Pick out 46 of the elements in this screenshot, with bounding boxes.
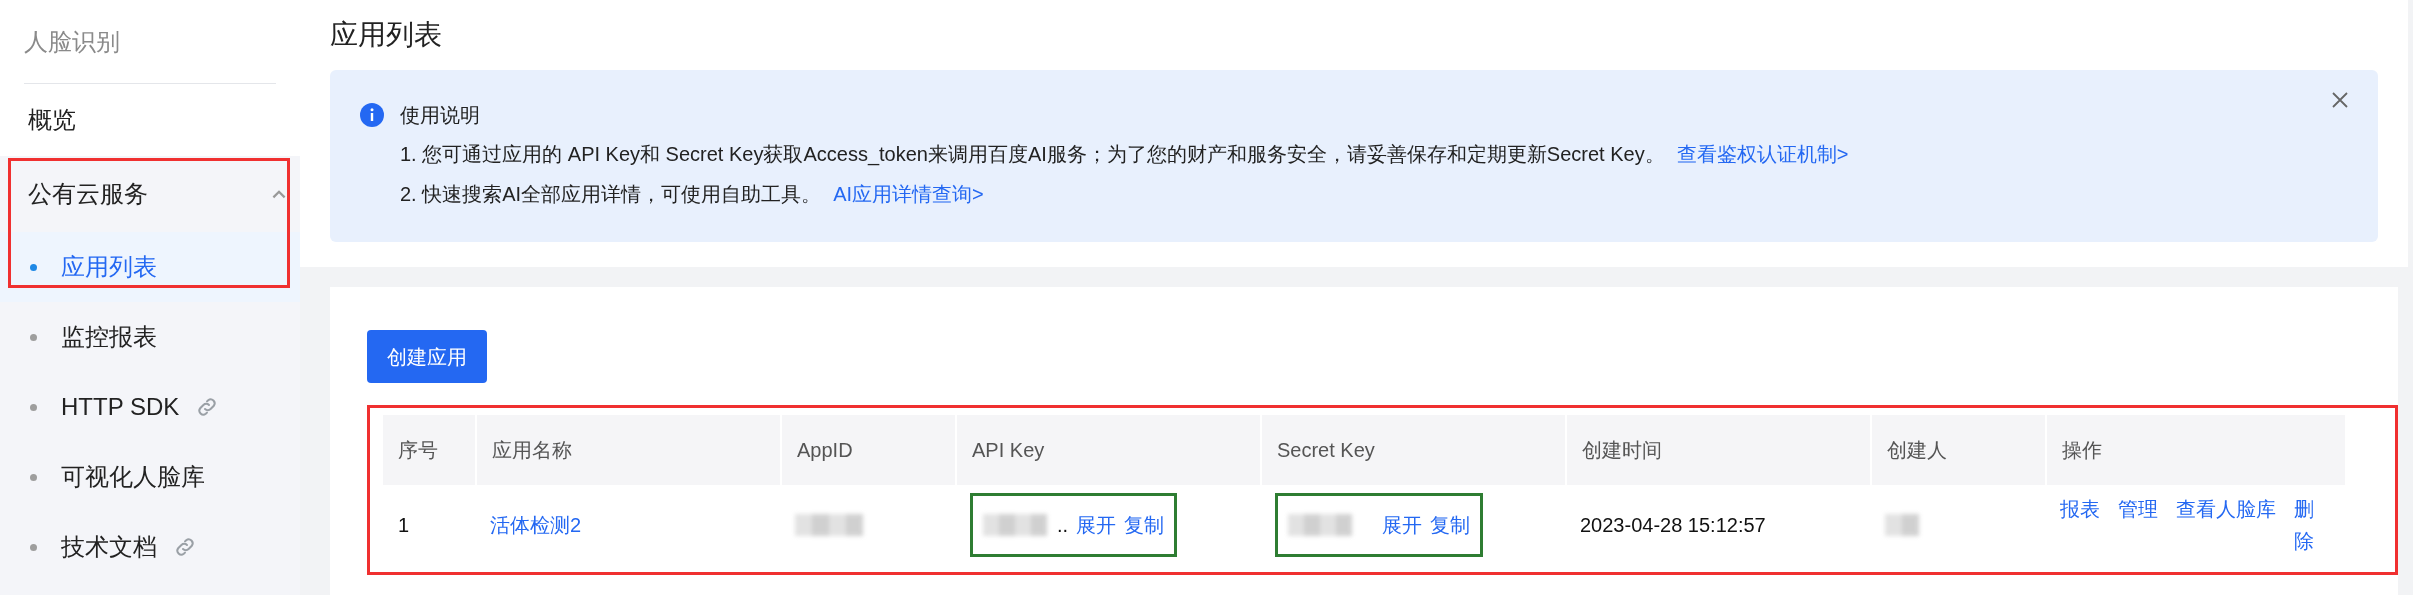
column-header: 序号 [398, 438, 438, 463]
sidebar-item[interactable]: 技术文档 [0, 512, 300, 582]
notice-text: 2. 快速搜索AI全部应用详情，可使用自助工具。 [400, 182, 822, 207]
sidebar-item[interactable]: HTTP SDK [0, 372, 300, 442]
sidebar-group-header[interactable]: 公有云服务 [0, 156, 300, 232]
sidebar-item[interactable]: 应用列表 [0, 232, 300, 302]
column-header: 操作 [2062, 438, 2102, 463]
action-link[interactable]: 删除 [2294, 493, 2316, 557]
blurred-value [1288, 514, 1352, 536]
bullet-icon [30, 543, 37, 551]
column-header: AppID [797, 438, 853, 463]
info-icon [360, 103, 384, 127]
blurred-value [983, 514, 1047, 536]
table-cell-text: 1 [398, 513, 410, 538]
page-title: 应用列表 [330, 18, 442, 52]
close-button[interactable] [2330, 90, 2350, 110]
create-button[interactable]: 创建应用 [367, 330, 487, 383]
app-name-link[interactable]: 活体检测2 [490, 510, 582, 540]
sidebar-item[interactable]: 概览 [24, 102, 80, 138]
table-cell-text: 2023-04-28 15:12:57 [1580, 513, 1766, 538]
action-link[interactable]: 管理 [2118, 493, 2158, 557]
action-link[interactable]: 查看人脸库 [2176, 493, 2276, 557]
blurred-value [795, 514, 863, 536]
bullet-icon [30, 333, 37, 341]
blurred-value [1885, 514, 1919, 536]
column-header: 应用名称 [492, 438, 572, 463]
action-link[interactable]: 复制 [1124, 510, 1165, 540]
action-link[interactable]: 展开 [1076, 510, 1117, 540]
notice-link[interactable]: 查看鉴权认证机制> [1676, 139, 1849, 169]
notice-title: 使用说明 [400, 103, 480, 128]
action-link[interactable]: 展开 [1382, 510, 1422, 540]
column-header: 创建人 [1887, 438, 1947, 463]
sidebar-item[interactable]: 可视化人脸库 [0, 442, 300, 512]
column-header: API Key [972, 438, 1045, 463]
column-header: 创建时间 [1582, 438, 1662, 463]
notice-text: 1. 您可通过应用的 API Key和 Secret Key获取Access_token来调用百度AI服务；为了您的财产和服务安全，请妥善保存和定期更新Secret Key。 [400, 142, 1665, 168]
sidebar-item[interactable]: 监控报表 [0, 302, 300, 372]
action-link[interactable]: 报表 [2060, 493, 2100, 557]
ellipsis-text: .. [1057, 513, 1069, 538]
notice-link[interactable]: AI应用详情查询> [833, 179, 984, 209]
action-link[interactable]: 复制 [1430, 510, 1470, 540]
sidebar-title: 人脸识别 [24, 0, 276, 84]
column-header: Secret Key [1277, 438, 1375, 463]
bullet-icon [30, 263, 37, 271]
bullet-icon [30, 473, 37, 481]
bullet-icon [30, 403, 37, 411]
